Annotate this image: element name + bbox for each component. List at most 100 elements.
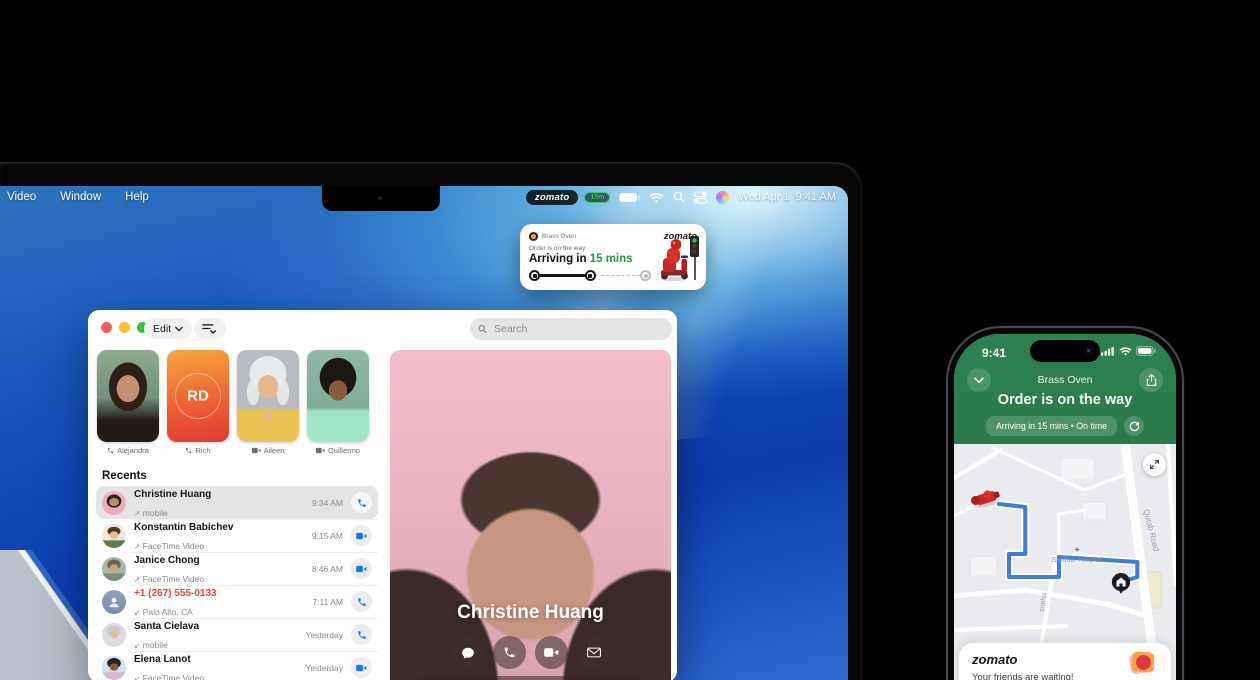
menu-video[interactable]: Video <box>7 191 36 203</box>
recent-row-christine[interactable]: Christine Huang ↗ mobile 9:34 AM <box>96 486 378 519</box>
recent-row-elena[interactable]: Elena Lanot ↙ FaceTime Video Yesterday <box>96 651 378 680</box>
phone-icon <box>357 630 367 640</box>
call-preview-pane: Christine Huang <box>390 350 671 680</box>
mail-button[interactable] <box>577 636 610 669</box>
progress-segment-remaining <box>596 275 641 276</box>
camera-lens-icon <box>1084 346 1094 356</box>
contact-name: Christine Huang <box>134 489 211 500</box>
favorites-row: RD <box>97 350 369 442</box>
call-time: Yesterday <box>306 630 344 640</box>
recent-row-konstantin[interactable]: Konstantin Babichev ↗ FaceTime Video 9:1… <box>96 519 378 552</box>
call-sub-label: ↗ FaceTime Video <box>134 541 204 551</box>
minimize-button[interactable] <box>119 322 130 333</box>
avatar <box>102 656 126 680</box>
zomato-bottom-card[interactable]: zomato Your friends are waiting! <box>959 643 1171 680</box>
window-titlebar[interactable]: Edit <box>88 310 677 348</box>
cellular-signal-icon <box>1101 346 1115 356</box>
siri-icon[interactable] <box>716 191 729 204</box>
delivery-progress-track <box>529 270 651 281</box>
video-call-button[interactable] <box>351 525 372 546</box>
expand-icon <box>1149 459 1160 470</box>
wifi-icon[interactable] <box>649 192 664 203</box>
video-call-button[interactable] <box>351 558 372 579</box>
filter-button[interactable] <box>194 318 226 339</box>
menu-bar-status: zomato 15m Wed Apr 1 9:41 AM <box>526 186 836 208</box>
call-sub-label: ↙ FaceTime Video <box>134 673 204 680</box>
favorite-label: Alejandra <box>97 446 159 455</box>
contact-name: Santa Cielava <box>134 621 199 632</box>
call-time: 9:15 AM <box>312 531 343 541</box>
call-type: mobile <box>143 640 168 650</box>
refresh-icon <box>1129 421 1140 432</box>
rider-step-icon <box>585 270 596 281</box>
display-notch <box>322 186 440 211</box>
phone-icon <box>185 447 192 454</box>
call-type: FaceTime Video <box>143 574 204 584</box>
favorite-card-guillermo[interactable] <box>307 350 369 442</box>
call-location: Palo Alto, CA <box>143 607 193 617</box>
macbook-bezel: Video Window Help zomato 15m <box>0 162 862 680</box>
promo-illustration <box>1128 650 1158 678</box>
close-button[interactable] <box>101 322 112 333</box>
call-controls-bar[interactable] <box>416 676 645 680</box>
search-icon[interactable] <box>673 191 685 203</box>
edit-button[interactable]: Edit <box>144 318 192 339</box>
order-status-title: Order is on the way <box>954 392 1176 408</box>
call-button[interactable] <box>351 591 372 612</box>
filter-icon <box>202 323 218 334</box>
video-icon <box>356 532 367 540</box>
iphone-screen: 9:41 Brass Oven Order is on the way Arri… <box>954 334 1176 680</box>
progress-segment-done <box>540 274 585 277</box>
restaurant-logo-icon <box>529 232 538 241</box>
recent-row-janice[interactable]: Janice Chong ↗ FaceTime Video 8:46 AM <box>96 552 378 585</box>
edit-label: Edit <box>153 323 171 335</box>
video-call-button[interactable] <box>535 636 568 669</box>
status-bar-time: 9:41 <box>982 346 1006 360</box>
refresh-button[interactable] <box>1124 416 1144 436</box>
favorite-name: Alejandra <box>117 446 149 455</box>
dialpad-button[interactable] <box>445 323 458 336</box>
call-button[interactable] <box>351 624 372 645</box>
search-icon <box>478 324 487 334</box>
call-button[interactable] <box>351 492 372 513</box>
favorite-card-aileen[interactable] <box>237 350 299 442</box>
delivery-map[interactable]: Qutab Road + Sarthak hospital sneha <box>954 444 1176 643</box>
zomato-menubar-pill[interactable]: zomato <box>526 190 578 205</box>
message-button[interactable] <box>451 636 484 669</box>
favorite-card-rich[interactable]: RD <box>167 350 229 442</box>
delivery-timer-badge[interactable]: 15m <box>584 192 610 203</box>
call-sub-label: ↗ mobile <box>134 508 168 518</box>
recent-row-santa[interactable]: Santa Cielava ↙ mobile Yesterday <box>96 618 378 651</box>
order-tracking-header: 9:41 Brass Oven Order is on the way Arri… <box>954 334 1176 444</box>
eta-pill: Arriving in 15 mins • On time <box>986 416 1117 436</box>
expand-map-button[interactable] <box>1143 453 1166 476</box>
iphone: 9:41 Brass Oven Order is on the way Arri… <box>946 326 1184 680</box>
call-button[interactable] <box>493 636 526 669</box>
share-button[interactable] <box>1139 368 1163 392</box>
favorite-card-alejandra[interactable] <box>97 350 159 442</box>
call-time: Yesterday <box>306 663 344 673</box>
call-type: FaceTime Video <box>143 541 204 551</box>
person-icon <box>107 595 121 609</box>
macbook-display: Video Window Help zomato 15m <box>0 186 848 680</box>
dynamic-island <box>1030 340 1100 362</box>
facetime-window: Edit RD <box>88 310 677 680</box>
battery-icon[interactable] <box>619 192 640 203</box>
search-field[interactable] <box>470 318 672 340</box>
battery-icon <box>1136 346 1156 356</box>
home-step-icon <box>640 270 651 281</box>
control-center-icon[interactable] <box>694 191 707 204</box>
monogram-text: RD <box>167 388 229 405</box>
video-call-button[interactable] <box>351 657 372 678</box>
menu-window[interactable]: Window <box>60 191 101 203</box>
recent-row-unknown-number[interactable]: +1 (267) 555-0133 ↙ Palo Alto, CA 7:11 A… <box>96 585 378 618</box>
menu-help[interactable]: Help <box>125 191 149 203</box>
restaurant-step-icon <box>529 270 540 281</box>
recents-list: Christine Huang ↗ mobile 9:34 AM Konstan… <box>96 486 378 680</box>
contact-name: +1 (267) 555-0133 <box>134 588 217 599</box>
menu-bar-clock[interactable]: Wed Apr 1 9:41 AM <box>738 191 836 203</box>
zomato-live-activity-card[interactable]: Brass Oven zomato Order is on the way Ar… <box>520 224 706 290</box>
search-input[interactable] <box>492 322 664 336</box>
avatar <box>102 557 126 581</box>
share-icon <box>1146 374 1157 386</box>
